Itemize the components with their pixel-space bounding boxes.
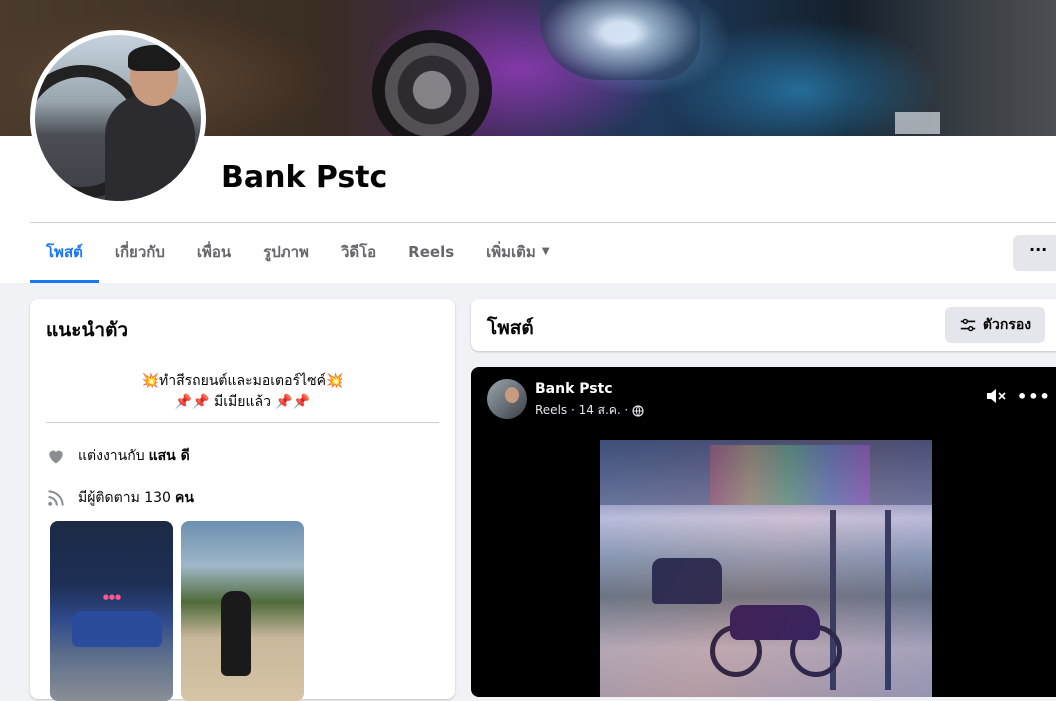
- intro-bio: 💥ทำสีรถยนต์และมอเตอร์ไซค์💥 📌📌 มีเมียแล้ว…: [46, 371, 439, 413]
- posts-header-card: โพสต์ ตัวกรอง: [471, 299, 1056, 351]
- reel-video[interactable]: [600, 440, 932, 697]
- reel-avatar-face: [505, 387, 519, 403]
- cover-car-wheel: [372, 30, 492, 136]
- intro-card: แนะนำตัว 💥ทำสีรถยนต์และมอเตอร์ไซค์💥 📌📌 ม…: [30, 299, 455, 701]
- profile-name: Bank Pstc: [221, 160, 388, 195]
- tab-reels-label: Reels: [408, 243, 455, 261]
- bio-line-2: 📌📌 มีเมียแล้ว 📌📌: [174, 394, 311, 410]
- relationship-row: แต่งงานกับ แสน ดี: [46, 445, 190, 467]
- featured-story-1-caption: ●●●: [102, 593, 122, 601]
- reel-author-avatar[interactable]: [487, 379, 527, 419]
- filter-sliders-icon: [960, 318, 976, 332]
- featured-truck-graphic: [72, 611, 162, 647]
- tab-photos[interactable]: รูปภาพ: [247, 232, 325, 280]
- profile-tabs: โพสต์ เกี่ยวกับ เพื่อน รูปภาพ วิดีโอ Ree…: [30, 232, 566, 283]
- posts-title: โพสต์: [487, 317, 534, 339]
- tab-videos[interactable]: วิดีโอ: [325, 232, 392, 280]
- followers-count: มีผู้ติดตาม 130: [78, 490, 171, 506]
- globe-icon: [632, 404, 644, 417]
- cover-car-headlight: [540, 0, 700, 80]
- intro-title: แนะนำตัว: [46, 319, 129, 341]
- avatar-person-hair: [128, 45, 180, 71]
- tab-friends[interactable]: เพื่อน: [181, 232, 247, 280]
- followers-link[interactable]: คน: [175, 487, 194, 509]
- reel-post[interactable]: Bank Pstc Reels · 14 ส.ค. · •••: [471, 367, 1056, 697]
- tab-videos-label: วิดีโอ: [340, 243, 377, 261]
- tab-more[interactable]: เพิ่มเติม ▼: [470, 232, 565, 280]
- reel-meta-text: Reels · 14 ส.ค. ·: [535, 403, 629, 417]
- header-divider: [30, 222, 1056, 223]
- caret-down-icon: ▼: [541, 246, 550, 257]
- video-color-overlay: [600, 440, 932, 697]
- tab-reels[interactable]: Reels: [392, 232, 470, 280]
- featured-person-graphic: [221, 591, 251, 676]
- post-options-icon[interactable]: •••: [1017, 387, 1051, 406]
- avatar-person-body: [105, 95, 195, 201]
- tab-about[interactable]: เกี่ยวกับ: [99, 232, 181, 280]
- reel-meta: Reels · 14 ส.ค. ·: [535, 401, 644, 420]
- featured-story-2[interactable]: [181, 521, 304, 701]
- more-dots-icon: ···: [1029, 240, 1048, 259]
- tab-more-label: เพิ่มเติม: [486, 243, 536, 261]
- profile-avatar[interactable]: [30, 30, 206, 206]
- heart-icon: [49, 450, 63, 464]
- avatar-photo: [35, 35, 201, 201]
- bio-line-1: 💥ทำสีรถยนต์และมอเตอร์ไซค์💥: [141, 373, 344, 389]
- filter-button-label: ตัวกรอง: [982, 317, 1032, 333]
- relationship-partner-link[interactable]: แสน ดี: [149, 445, 190, 467]
- bio-divider: [46, 422, 439, 423]
- followers-row: มีผู้ติดตาม 130 คน: [46, 487, 194, 509]
- tab-about-label: เกี่ยวกับ: [114, 243, 165, 261]
- cover-license-plate: [895, 112, 940, 134]
- filter-button[interactable]: ตัวกรอง: [945, 307, 1045, 343]
- relationship-prefix: แต่งงานกับ: [78, 448, 145, 464]
- featured-story-1[interactable]: ●●●: [50, 521, 173, 701]
- tab-friends-label: เพื่อน: [196, 243, 232, 261]
- mute-icon[interactable]: [985, 387, 1007, 405]
- reel-author-name[interactable]: Bank Pstc: [535, 381, 613, 397]
- tab-photos-label: รูปภาพ: [263, 243, 309, 261]
- tab-posts-label: โพสต์: [46, 243, 83, 261]
- rss-icon: [48, 490, 64, 506]
- tab-posts[interactable]: โพสต์: [30, 232, 99, 283]
- profile-more-button[interactable]: ···: [1013, 235, 1056, 271]
